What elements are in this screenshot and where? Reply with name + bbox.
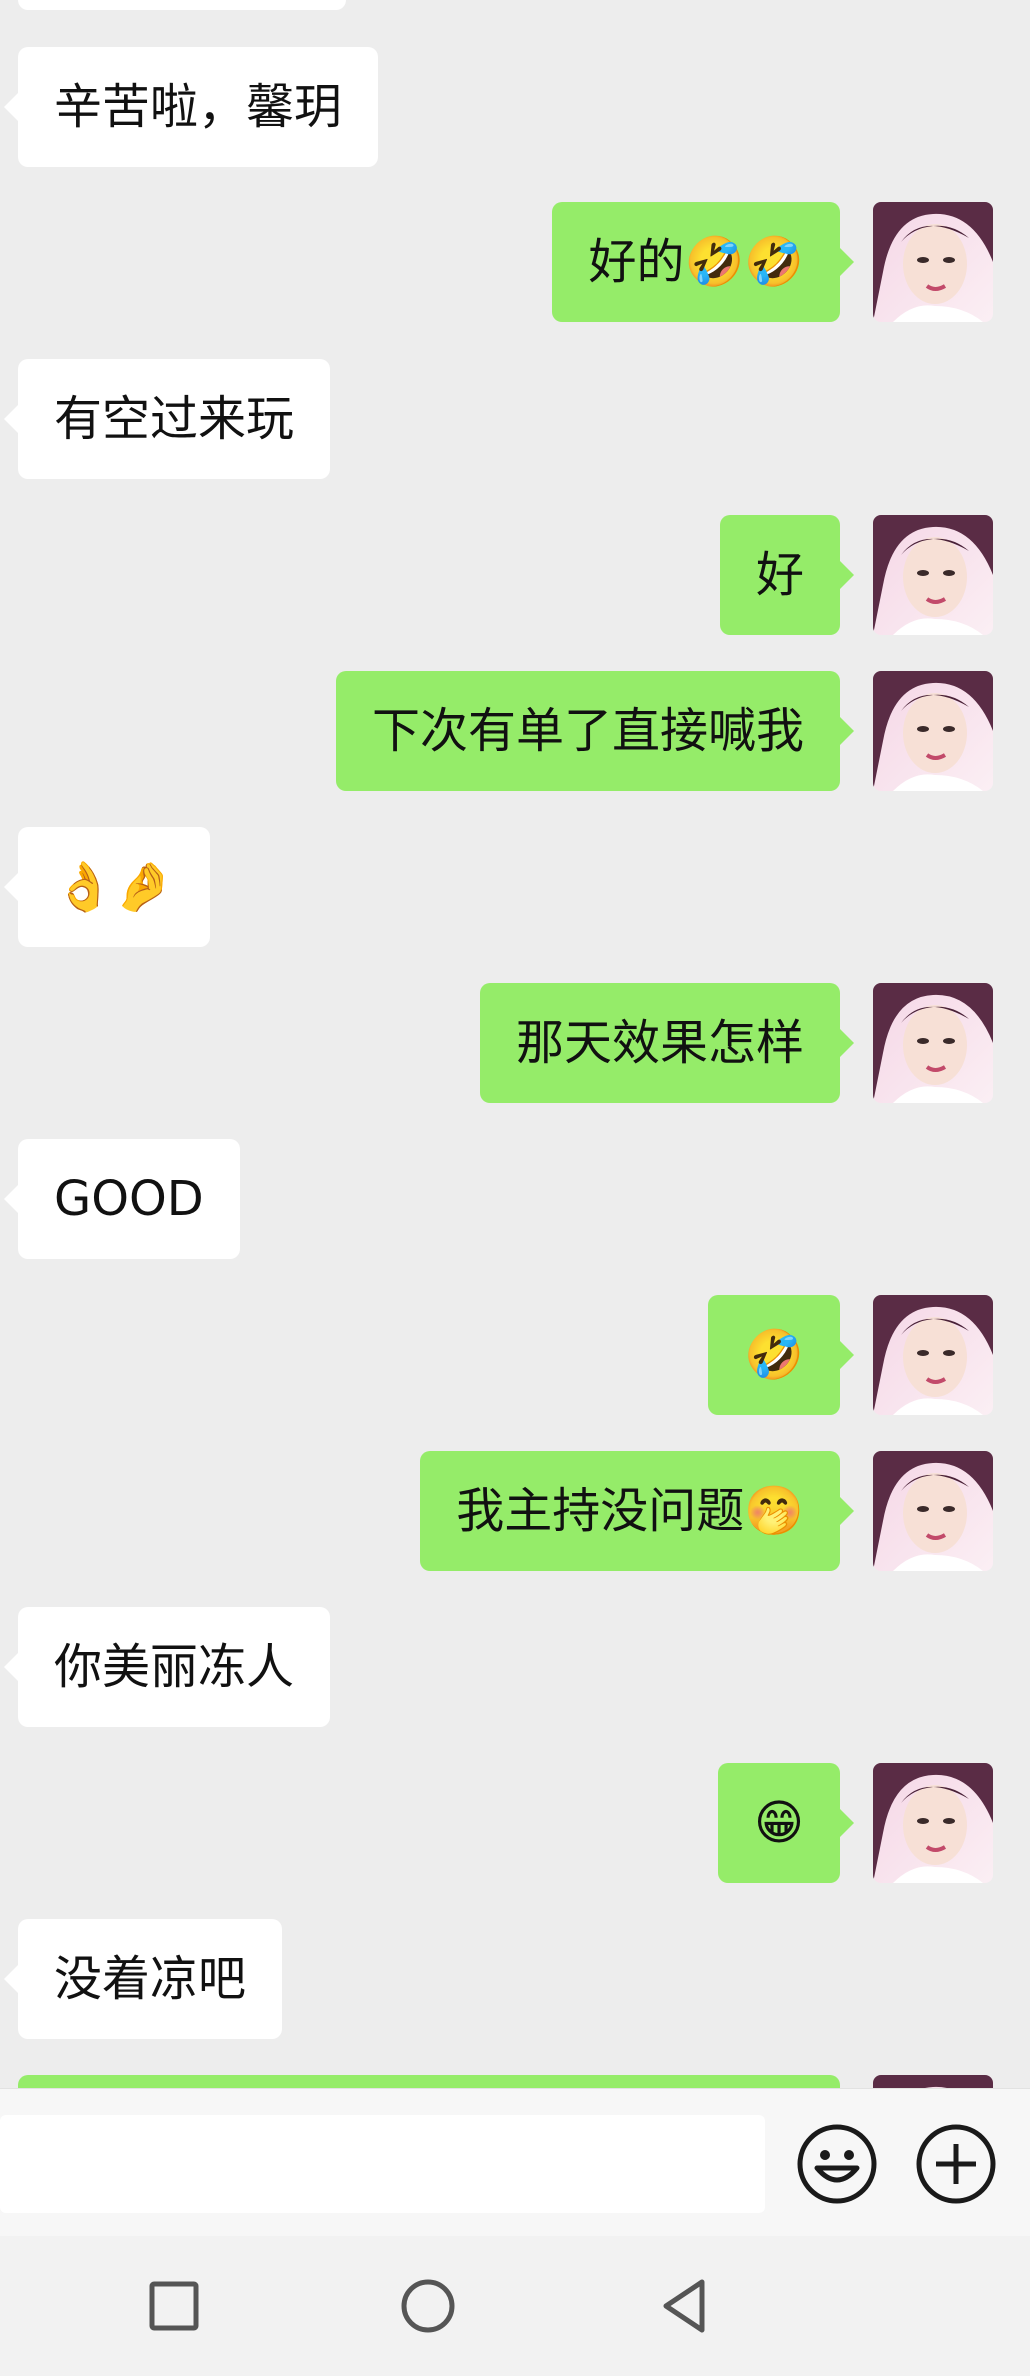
chat-area[interactable]: 辛苦啦，馨玥 好的🤣🤣 有空过来玩 好 下次有单了直接喊我 👌🤌 那天效果怎样 … <box>0 0 1030 2088</box>
avatar[interactable] <box>873 671 993 791</box>
received-message[interactable]: 没着凉吧 <box>3 1919 283 2039</box>
sent-message[interactable]: 好的🤣🤣 <box>552 202 854 322</box>
circle-icon[interactable] <box>396 2274 460 2338</box>
cutoff-bubble-bottom <box>18 2075 840 2088</box>
portrait-image <box>873 2075 993 2088</box>
plus-circle-icon[interactable] <box>914 2122 998 2206</box>
avatar[interactable] <box>873 1763 993 1883</box>
system-nav-bar <box>0 2236 1030 2376</box>
received-message[interactable]: 有空过来玩 <box>3 359 331 479</box>
avatar[interactable] <box>873 2075 993 2088</box>
received-message[interactable]: 辛苦啦，馨玥 <box>3 47 379 167</box>
input-bar <box>0 2088 1030 2236</box>
portrait-image <box>873 1451 993 1571</box>
sent-message[interactable]: 那天效果怎样 <box>479 983 855 1103</box>
received-message[interactable]: 👌🤌 <box>4 827 210 947</box>
portrait-image <box>873 983 993 1103</box>
received-message[interactable]: GOOD <box>4 1139 240 1259</box>
sent-message[interactable]: 下次有单了直接喊我 <box>335 671 855 791</box>
sent-message[interactable]: 😁 <box>717 1763 855 1883</box>
received-message[interactable]: 你美丽冻人 <box>3 1607 331 1727</box>
avatar[interactable] <box>873 202 993 322</box>
sent-message[interactable]: 🤣 <box>708 1295 854 1415</box>
smiley-face-icon[interactable] <box>795 2122 879 2206</box>
portrait-image <box>873 1295 993 1415</box>
portrait-image <box>873 202 993 322</box>
sent-message[interactable]: 好 <box>719 515 855 635</box>
avatar[interactable] <box>873 1451 993 1571</box>
portrait-image <box>873 1763 993 1883</box>
portrait-image <box>873 671 993 791</box>
square-icon[interactable] <box>142 2274 206 2338</box>
portrait-image <box>873 515 993 635</box>
avatar[interactable] <box>873 1295 993 1415</box>
sent-message[interactable]: 我主持没问题🤭 <box>420 1451 854 1571</box>
triangle-back-icon[interactable] <box>652 2274 716 2338</box>
message-input[interactable] <box>0 2115 765 2213</box>
cutoff-bubble-top <box>18 0 346 10</box>
avatar[interactable] <box>873 983 993 1103</box>
avatar[interactable] <box>873 515 993 635</box>
